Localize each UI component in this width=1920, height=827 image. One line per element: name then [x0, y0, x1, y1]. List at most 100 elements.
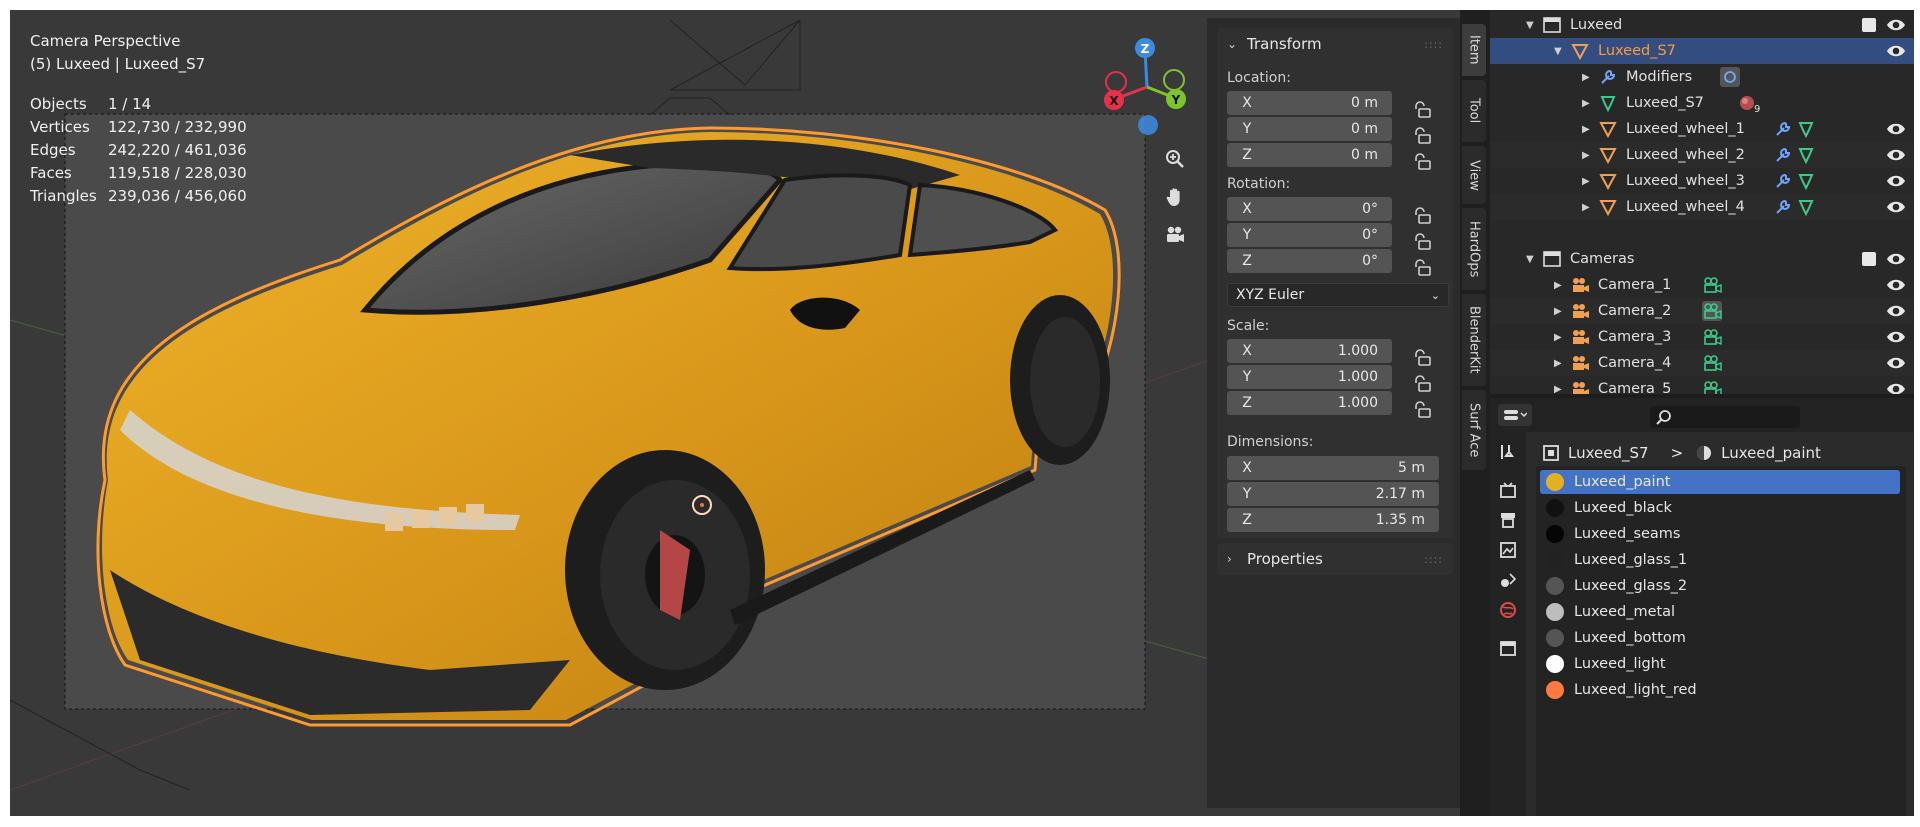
- wrench-icon[interactable]: [1773, 171, 1793, 191]
- outliner-wheel-object[interactable]: ▶ Luxeed_wheel_1: [1490, 116, 1914, 142]
- outliner-camera-object[interactable]: ▶ Camera_5: [1490, 376, 1914, 394]
- material-slot[interactable]: Luxeed_glass_2: [1540, 574, 1900, 598]
- lock-icon[interactable]: [1412, 233, 1432, 251]
- outliner[interactable]: ▼ Luxeed ▼ Luxeed_S7 ▶ Modifiers ▶ Luxee…: [1490, 10, 1914, 394]
- scale-z-field[interactable]: Z 1.000: [1227, 391, 1392, 415]
- lock-icon[interactable]: [1412, 207, 1432, 225]
- lock-icon[interactable]: [1412, 349, 1432, 367]
- camera-data-icon[interactable]: [1702, 327, 1722, 347]
- mesh-data-icon[interactable]: [1796, 119, 1816, 139]
- expand-triangle-icon[interactable]: ▶: [1554, 306, 1562, 317]
- eye-icon[interactable]: [1886, 303, 1906, 319]
- modifier-icon[interactable]: [1720, 67, 1740, 87]
- expand-triangle-icon[interactable]: ▶: [1554, 332, 1562, 343]
- eye-icon[interactable]: [1886, 121, 1906, 137]
- expand-triangle-icon[interactable]: ▶: [1582, 150, 1590, 161]
- material-slot[interactable]: Luxeed_seams: [1540, 522, 1900, 546]
- camera-data-icon[interactable]: [1702, 275, 1722, 295]
- camera-view-icon[interactable]: [1158, 218, 1192, 252]
- material-slot[interactable]: Luxeed_light: [1540, 652, 1900, 676]
- lock-icon[interactable]: [1412, 127, 1432, 145]
- outliner-camera-object[interactable]: ▶ Camera_3: [1490, 324, 1914, 350]
- transform-header[interactable]: ⌄ Transform ::::: [1217, 28, 1453, 60]
- camera-data-icon[interactable]: [1702, 379, 1722, 394]
- eye-icon[interactable]: [1886, 147, 1906, 163]
- scale-x-field[interactable]: X 1.000: [1227, 339, 1392, 363]
- location-x-field[interactable]: X0 m: [1227, 91, 1392, 115]
- rotation-y-field[interactable]: Y 0°: [1227, 223, 1392, 247]
- expand-triangle-icon[interactable]: ▶: [1582, 176, 1590, 187]
- outliner-modifiers[interactable]: ▶ Modifiers: [1490, 64, 1914, 90]
- scene-icon[interactable]: [1498, 570, 1518, 590]
- drag-grip-icon[interactable]: ::::: [1424, 553, 1443, 566]
- outliner-wheel-object[interactable]: ▶ Luxeed_wheel_2: [1490, 142, 1914, 168]
- scale-y-field[interactable]: Y 1.000: [1227, 365, 1392, 389]
- eye-icon[interactable]: [1886, 199, 1906, 215]
- outliner-object-luxeed-s7[interactable]: ▼ Luxeed_S7: [1490, 38, 1914, 64]
- expand-triangle-icon[interactable]: ▶: [1554, 280, 1562, 291]
- navigation-gizmo[interactable]: Z X Y: [1092, 32, 1202, 142]
- tab-tool[interactable]: Tool: [1462, 80, 1486, 142]
- wrench-icon[interactable]: [1773, 197, 1793, 217]
- eye-icon[interactable]: [1886, 173, 1906, 189]
- pan-hand-icon[interactable]: [1158, 180, 1192, 214]
- collection-icon[interactable]: [1498, 638, 1518, 658]
- output-icon[interactable]: [1498, 510, 1518, 530]
- lock-icon[interactable]: [1412, 153, 1432, 171]
- expand-triangle-icon[interactable]: ▶: [1582, 124, 1590, 135]
- expand-triangle-icon[interactable]: ▶: [1554, 384, 1562, 395]
- expand-triangle-icon[interactable]: ▶: [1582, 72, 1590, 83]
- camera-data-icon[interactable]: [1702, 301, 1722, 321]
- lock-icon[interactable]: [1412, 401, 1432, 419]
- editor-type-icon[interactable]: [1498, 404, 1532, 426]
- include-checkbox[interactable]: [1862, 18, 1876, 32]
- tab-view[interactable]: View: [1462, 146, 1486, 204]
- lock-icon[interactable]: [1412, 375, 1432, 393]
- collapse-triangle-icon[interactable]: ▼: [1526, 20, 1534, 31]
- outliner-wheel-object[interactable]: ▶ Luxeed_wheel_4: [1490, 194, 1914, 220]
- render-icon[interactable]: [1498, 480, 1518, 500]
- zoom-icon[interactable]: [1158, 142, 1192, 176]
- outliner-collection-cameras[interactable]: ▼ Cameras: [1490, 246, 1914, 272]
- material-slot[interactable]: Luxeed_black: [1540, 496, 1900, 520]
- material-slot[interactable]: Luxeed_metal: [1540, 600, 1900, 624]
- tab-surf-ace[interactable]: Surf Ace: [1462, 390, 1486, 470]
- expand-triangle-icon[interactable]: ▶: [1582, 98, 1590, 109]
- lock-icon[interactable]: [1412, 259, 1432, 277]
- material-slot-list[interactable]: Luxeed_paint Luxeed_black Luxeed_seams Luxe…: [1536, 466, 1906, 816]
- view-layer-icon[interactable]: [1498, 540, 1518, 560]
- outliner-mesh-data[interactable]: ▶ Luxeed_S7 9: [1490, 90, 1914, 116]
- material-slot[interactable]: Luxeed_light_red: [1540, 678, 1900, 702]
- tab-blenderkit[interactable]: BlenderKit: [1462, 294, 1486, 386]
- properties-panel-collapsed[interactable]: › Properties ::::: [1217, 543, 1453, 575]
- collapse-triangle-icon[interactable]: ▼: [1554, 46, 1562, 57]
- tab-item[interactable]: Item: [1462, 24, 1486, 76]
- properties-search-input[interactable]: [1650, 406, 1800, 428]
- rotation-mode-select[interactable]: XYZ Euler ⌄: [1227, 283, 1449, 307]
- wrench-icon[interactable]: [1773, 145, 1793, 165]
- material-slot[interactable]: Luxeed_glass_1: [1540, 548, 1900, 572]
- expand-triangle-icon[interactable]: ▶: [1554, 358, 1562, 369]
- expand-triangle-icon[interactable]: ▶: [1582, 202, 1590, 213]
- rotation-x-field[interactable]: X 0°: [1227, 197, 1392, 221]
- outliner-camera-object[interactable]: ▶ Camera_4: [1490, 350, 1914, 376]
- location-y-field[interactable]: Y0 m: [1227, 117, 1392, 141]
- eye-icon[interactable]: [1886, 277, 1906, 293]
- outliner-camera-object[interactable]: ▶ Camera_1: [1490, 272, 1914, 298]
- include-checkbox[interactable]: [1862, 252, 1876, 266]
- eye-icon[interactable]: [1886, 17, 1906, 33]
- outliner-collection-luxeed[interactable]: ▼ Luxeed: [1490, 12, 1914, 38]
- dimensions-x-field[interactable]: X5 m: [1227, 456, 1439, 480]
- mesh-data-icon[interactable]: [1796, 197, 1816, 217]
- wrench-icon[interactable]: [1773, 119, 1793, 139]
- mesh-data-icon[interactable]: [1796, 171, 1816, 191]
- mesh-data-icon[interactable]: [1796, 145, 1816, 165]
- eye-icon[interactable]: [1886, 381, 1906, 394]
- camera-data-icon[interactable]: [1702, 353, 1722, 373]
- lock-icon[interactable]: [1412, 101, 1432, 119]
- rotation-z-field[interactable]: Z 0°: [1227, 249, 1392, 273]
- eye-icon[interactable]: [1886, 329, 1906, 345]
- outliner-wheel-object[interactable]: ▶ Luxeed_wheel_3: [1490, 168, 1914, 194]
- material-slot[interactable]: Luxeed_paint: [1540, 470, 1900, 494]
- collapse-triangle-icon[interactable]: ▼: [1526, 254, 1534, 265]
